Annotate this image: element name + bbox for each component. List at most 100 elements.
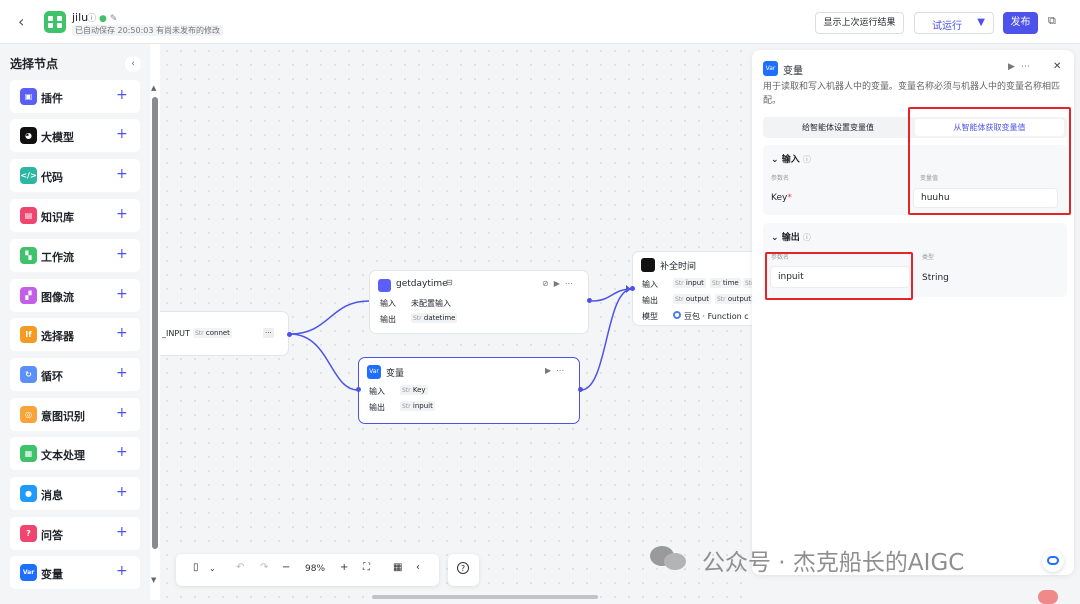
workflow-canvas[interactable]: _INPUT Str connet ··· getdaytime ⊟ ⊘▶⋯ 输… <box>160 44 752 600</box>
collapse-sidebar-icon[interactable]: ‹ <box>125 56 141 72</box>
node-sidebar: 选择节点 ‹ ▣ 插件 + ◕ 大模型 + </> 代码 + ▤ 知识库 + ▚… <box>0 44 150 600</box>
add-icon[interactable]: + <box>116 484 128 500</box>
minimap-icon[interactable]: ▦ <box>393 562 402 573</box>
add-icon[interactable]: + <box>116 166 128 182</box>
sidebar-item-code[interactable]: </> 代码 + <box>10 159 140 192</box>
copy-icon[interactable]: ⧉ <box>1048 14 1056 28</box>
input-unconfigured: 未配置输入 <box>411 299 451 308</box>
text-icon: ▦ <box>20 445 37 462</box>
add-icon[interactable]: + <box>116 524 128 540</box>
show-last-run-button[interactable]: 显示上次运行结果 <box>815 12 904 34</box>
input-section-header[interactable]: ⌄ 输入 ⓘ <box>771 152 811 165</box>
model-label: 模型 <box>642 312 658 321</box>
info-icon: ⓘ <box>802 233 811 242</box>
add-icon[interactable]: + <box>116 563 128 579</box>
node-toolbar-icons[interactable]: ▶⋯ <box>545 366 569 375</box>
mode-dropdown-icon[interactable]: ⌄ <box>209 564 216 573</box>
sidebar-scrollbar[interactable]: ▲ ▼ <box>150 44 160 600</box>
add-icon[interactable]: + <box>116 126 128 142</box>
getdaytime-node[interactable]: getdaytime ⊟ ⊘▶⋯ 输入 未配置输入 输出 Str datetim… <box>369 270 589 334</box>
edit-icon[interactable]: ✎ <box>110 14 121 24</box>
app-info-icons[interactable]: ⓘ●✎ <box>87 11 120 24</box>
workflow-icon: ▚ <box>20 247 37 264</box>
more-button[interactable]: ··· <box>263 328 274 338</box>
zoom-level[interactable]: 98% <box>305 564 325 574</box>
info-icon[interactable]: ⓘ <box>87 14 99 24</box>
intent-icon: ◎ <box>20 406 37 423</box>
output-label: 输出 <box>369 403 385 412</box>
highlight-box-get-variable <box>908 107 1071 215</box>
variable-input-port[interactable] <box>356 387 361 392</box>
sidebar-item-label: 循环 <box>41 370 63 383</box>
start-node[interactable]: _INPUT Str connet ··· <box>160 311 289 356</box>
tab-set-variable[interactable]: 给智能体设置变量值 <box>763 117 913 138</box>
trial-run-button[interactable]: 试运行 ▼ <box>914 12 994 34</box>
back-arrow-icon[interactable]: ‹ <box>18 12 24 31</box>
sidebar-item-workflow[interactable]: ▚ 工作流 + <box>10 239 140 272</box>
scroll-down-icon[interactable]: ▼ <box>151 576 156 584</box>
sidebar-item-plugin[interactable]: ▣ 插件 + <box>10 80 140 113</box>
scroll-up-icon[interactable]: ▲ <box>151 84 156 92</box>
sidebar-item-imageflow[interactable]: ▞ 图像流 + <box>10 279 140 312</box>
add-icon[interactable]: + <box>116 206 128 222</box>
getdaytime-output-port[interactable] <box>587 298 592 303</box>
complete-time-node[interactable]: 补全时间 输入 Str input Str time Str 输出 Str ou… <box>632 251 752 326</box>
sidebar-item-knowledge[interactable]: ▤ 知识库 + <box>10 199 140 232</box>
node-toolbar-icons[interactable]: ⊘▶⋯ <box>542 279 578 288</box>
sidebar-title: 选择节点 <box>10 57 59 71</box>
input-label: 输入 <box>642 280 658 289</box>
variable-node[interactable]: Var 变量 ▶⋯ 输入 Str Key 输出 Str inpuit <box>358 357 580 424</box>
undo-icon[interactable]: ↶ <box>236 562 244 573</box>
sidebar-item-message[interactable]: ● 消息 + <box>10 477 140 510</box>
sidebar-item-llm[interactable]: ◕ 大模型 + <box>10 119 140 152</box>
add-icon[interactable]: + <box>116 325 128 341</box>
variable-output-port[interactable] <box>578 387 583 392</box>
sidebar-item-label: 消息 <box>41 489 63 502</box>
sidebar-item-text[interactable]: ▦ 文本处理 + <box>10 437 140 470</box>
highlight-box-output-param <box>765 252 913 300</box>
add-icon[interactable]: + <box>116 365 128 381</box>
trial-run-label: 试运行 <box>932 21 962 32</box>
sidebar-item-intent[interactable]: ◎ 意图识别 + <box>10 398 140 431</box>
sidebar-item-label: 工作流 <box>41 251 74 264</box>
add-icon[interactable]: + <box>116 246 128 262</box>
help-icon: ? <box>457 562 469 574</box>
pointer-mode-icon[interactable]: ▯ <box>193 562 199 573</box>
fit-view-icon[interactable]: ⛶ <box>363 562 370 573</box>
zoom-in-icon[interactable]: + <box>340 562 348 573</box>
start-output-tag: Str connet <box>193 328 232 338</box>
collapse-toolbar-icon[interactable]: ‹ <box>416 562 420 573</box>
scrollbar-thumb[interactable] <box>152 97 158 549</box>
sidebar-item-selector[interactable]: If 选择器 + <box>10 318 140 351</box>
assistant-float-button[interactable] <box>1042 550 1064 572</box>
variable-icon: Var <box>763 61 778 76</box>
sidebar-item-label: 知识库 <box>41 211 74 224</box>
start-output-port[interactable] <box>287 332 292 337</box>
knowledge-icon: ▤ <box>20 207 37 224</box>
edge-start-variable <box>289 333 359 391</box>
edge-start-getdaytime <box>289 300 370 335</box>
sidebar-item-qa[interactable]: ? 问答 + <box>10 517 140 550</box>
sidebar-item-loop[interactable]: ↻ 循环 + <box>10 358 140 391</box>
output-section-header[interactable]: ⌄ 输出 ⓘ <box>771 230 811 243</box>
add-icon[interactable]: + <box>116 286 128 302</box>
loop-icon: ↻ <box>20 366 37 383</box>
wechat-logo-icon <box>650 544 688 570</box>
help-button[interactable]: ? <box>448 554 479 586</box>
zoom-out-icon[interactable]: − <box>282 562 290 573</box>
sidebar-item-variable[interactable]: Var 变量 + <box>10 556 140 589</box>
key-label: Key* <box>771 193 792 203</box>
complete-input-port[interactable] <box>630 286 635 291</box>
close-icon[interactable]: ✕ <box>1053 61 1061 72</box>
panel-toolbar-icons[interactable]: ▶⋯ <box>1008 62 1036 72</box>
add-icon[interactable]: + <box>116 405 128 421</box>
panel-title: 变量 <box>783 66 803 77</box>
publish-button[interactable]: 发布 <box>1003 12 1038 34</box>
add-icon[interactable]: + <box>116 87 128 103</box>
canvas-horizontal-scrollbar[interactable] <box>372 595 598 599</box>
zoom-toolbar: ▯ ⌄ ↶ ↷ − 98% + ⛶ ▦ ‹ <box>176 554 439 586</box>
redo-icon[interactable]: ↷ <box>260 562 268 573</box>
dropdown-caret-icon[interactable]: ▼ <box>977 17 985 28</box>
add-icon[interactable]: + <box>116 444 128 460</box>
assistant-icon <box>1047 556 1059 565</box>
